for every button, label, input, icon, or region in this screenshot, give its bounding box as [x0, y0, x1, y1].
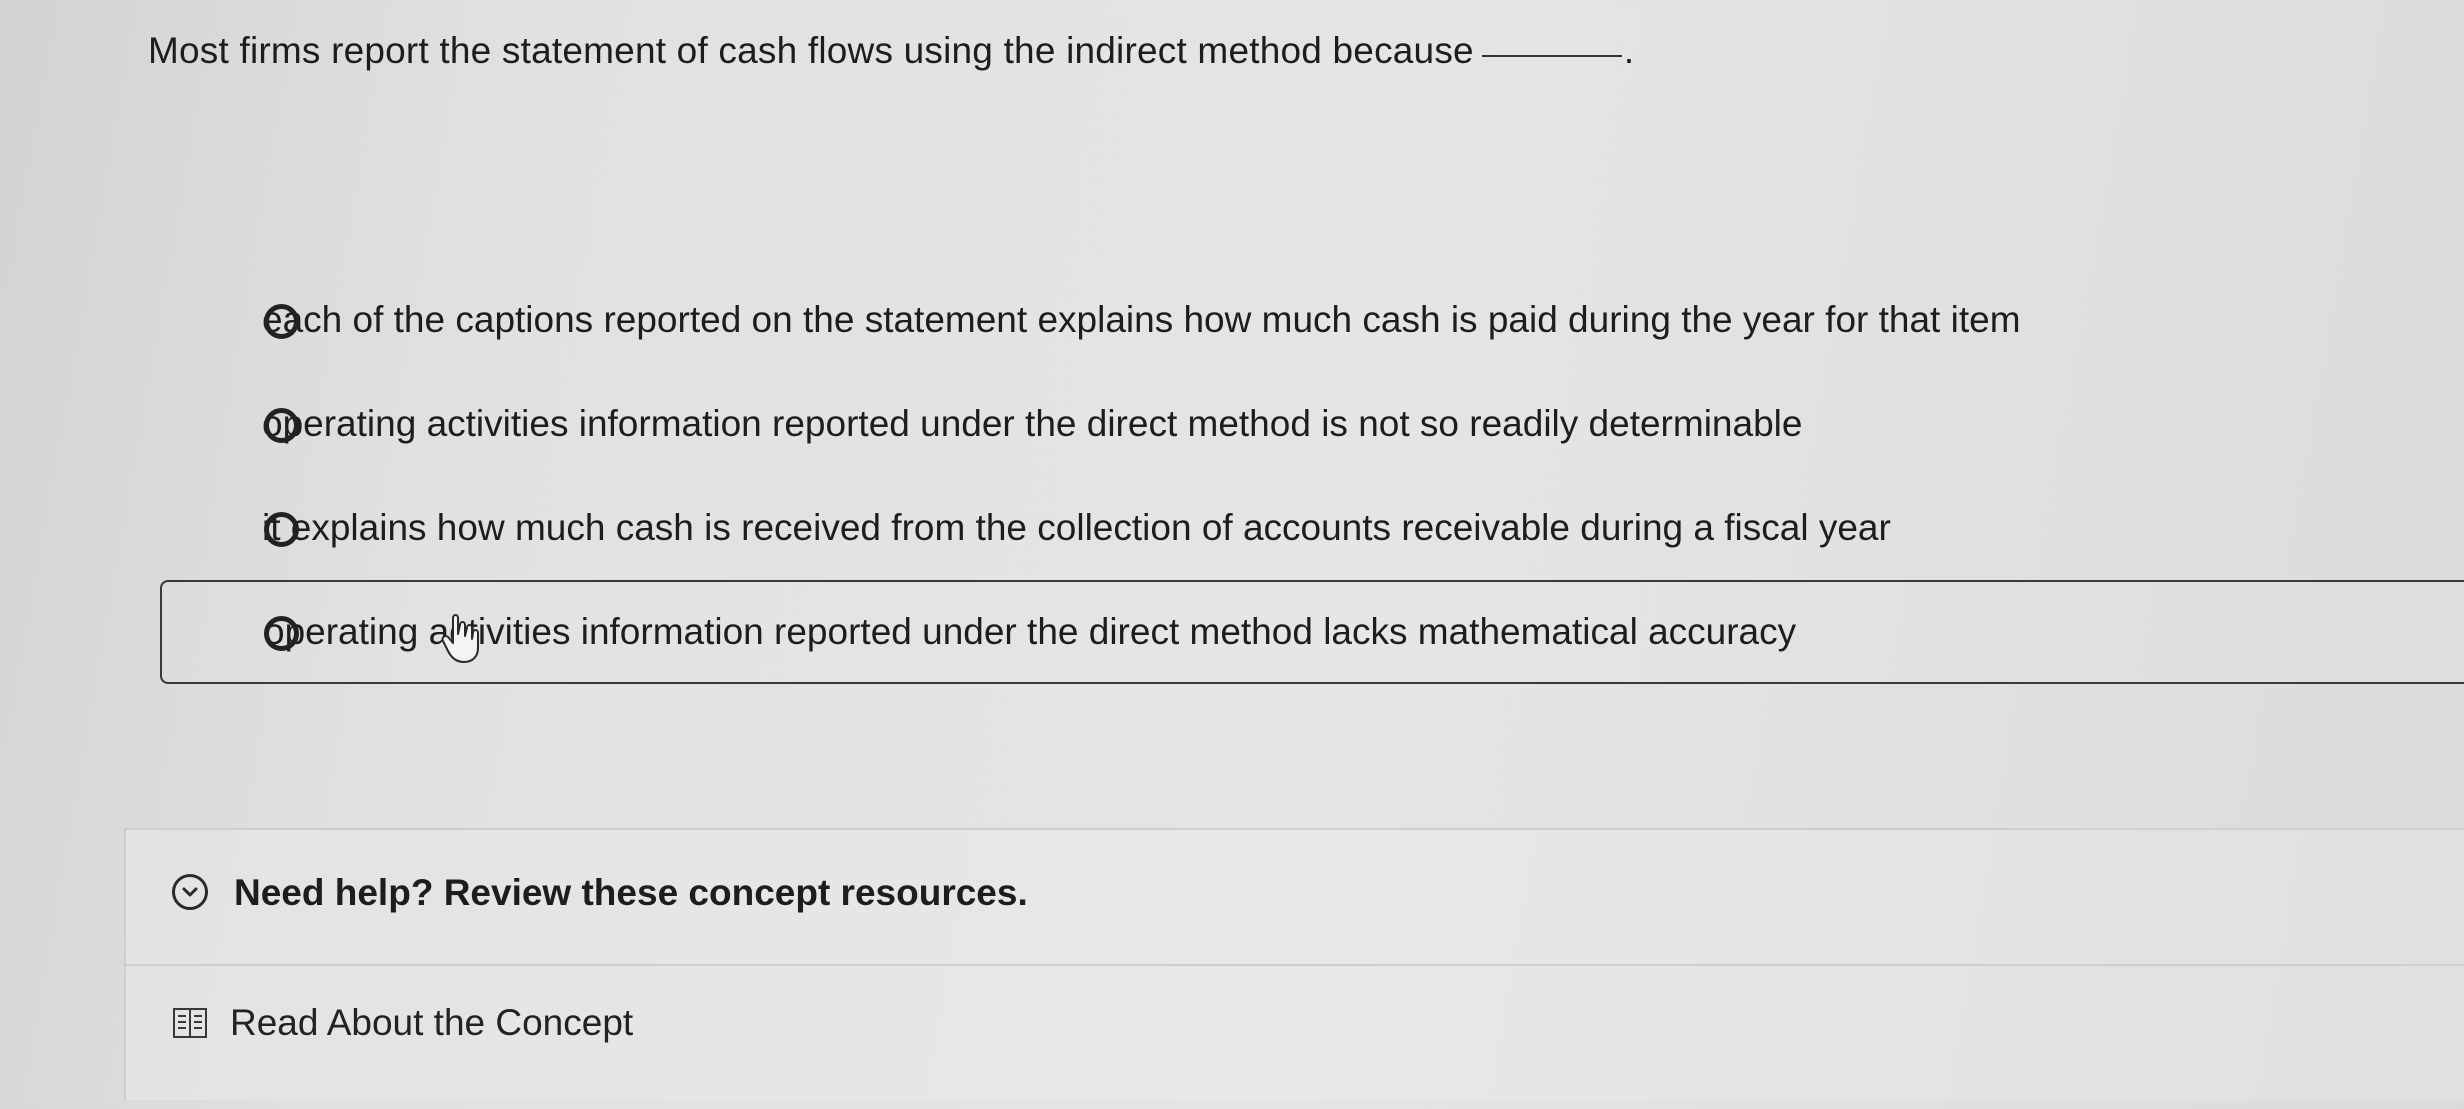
answer-blank	[1481, 55, 1622, 57]
question-period: .	[1623, 30, 1635, 71]
answer-option-label: operating activities information reporte…	[264, 611, 1797, 652]
concept-resources-panel: Need help? Review these concept resource…	[124, 828, 2464, 1100]
book-icon	[173, 1008, 207, 1038]
answer-option-2[interactable]: operating activities information reporte…	[160, 372, 2464, 476]
answer-option-label: operating activities information reporte…	[262, 403, 1803, 444]
answer-option-4[interactable]: operating activities information reporte…	[160, 580, 2464, 684]
concept-resources-header[interactable]: Need help? Review these concept resource…	[126, 830, 2464, 966]
answer-option-label: each of the captions reported on the sta…	[262, 299, 2021, 340]
radio-unselected-icon[interactable]	[264, 512, 299, 547]
question-text: Most firms report the statement of cash …	[148, 30, 1474, 71]
answer-option-label: it explains how much cash is received fr…	[262, 507, 1891, 548]
chevron-down-circle-icon[interactable]	[172, 874, 208, 910]
question-prompt: Most firms report the statement of cash …	[148, 30, 1634, 72]
radio-unselected-icon[interactable]	[264, 616, 299, 651]
radio-unselected-icon[interactable]	[264, 408, 299, 443]
radio-unselected-icon[interactable]	[264, 304, 299, 339]
answer-option-3[interactable]: it explains how much cash is received fr…	[160, 476, 2464, 580]
read-about-concept-label: Read About the Concept	[230, 1002, 634, 1043]
read-about-concept-link[interactable]: Read About the Concept	[172, 1002, 633, 1044]
help-title: Need help? Review these concept resource…	[234, 872, 1028, 913]
answer-option-1[interactable]: each of the captions reported on the sta…	[160, 268, 2464, 372]
hand-pointer-icon	[441, 614, 479, 663]
answer-options: each of the captions reported on the sta…	[160, 268, 2464, 684]
